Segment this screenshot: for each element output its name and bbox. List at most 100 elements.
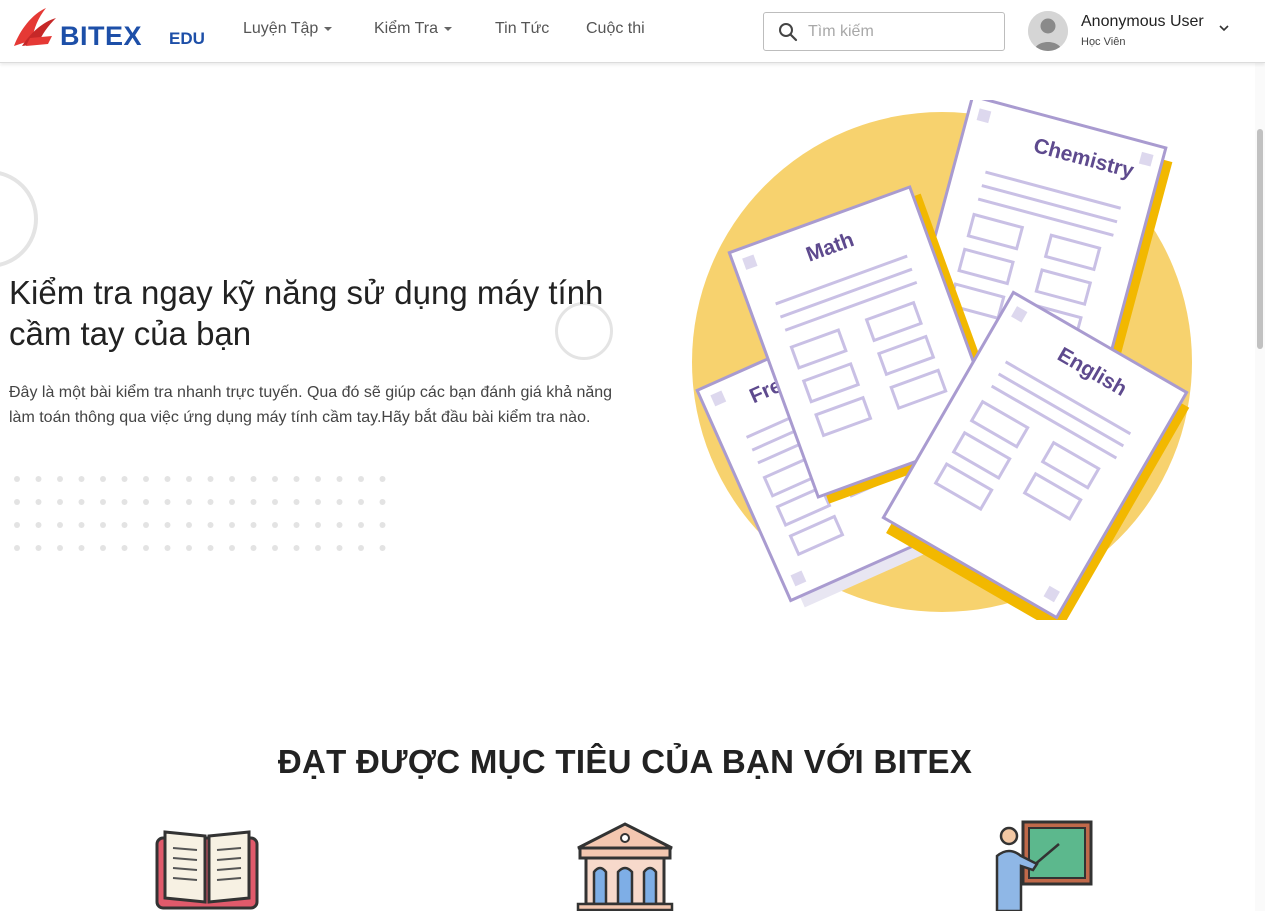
decorative-dot (207, 545, 214, 551)
decorative-dot (272, 499, 278, 505)
nav-tin-tuc[interactable]: Tin Tức (495, 18, 549, 40)
decorative-dot (358, 476, 364, 482)
decorative-dot (100, 522, 106, 528)
decorative-dot (250, 522, 257, 528)
user-silhouette-icon (1028, 11, 1068, 51)
decorative-dot (164, 499, 171, 505)
decorative-dot (14, 522, 20, 528)
decorative-dot (35, 522, 42, 528)
decorative-dot (272, 545, 278, 551)
decorative-dot (229, 545, 235, 551)
decorative-dot (78, 476, 85, 482)
decorative-dot (186, 499, 192, 505)
avatar (1028, 11, 1068, 51)
vertical-scrollbar[interactable] (1255, 63, 1265, 911)
decorative-dot (186, 476, 192, 482)
decorative-dot (186, 545, 192, 551)
hero-description: Đây là một bài kiểm tra nhanh trực tuyến… (9, 384, 613, 426)
nav-label: Luyện Tập (243, 20, 319, 37)
decorative-dot (57, 545, 63, 551)
nav-cuoc-thi[interactable]: Cuộc thi (586, 18, 645, 40)
decorative-dot (272, 522, 278, 528)
hero-title: Kiểm tra ngay kỹ năng sử dụng máy tính c… (9, 274, 604, 352)
decorative-dot (315, 499, 321, 505)
decorative-dot (186, 522, 192, 528)
decorative-dot (78, 522, 85, 528)
decorative-dot (164, 476, 171, 482)
decorative-dot (379, 522, 386, 528)
logo-sub-text: EDU (169, 29, 205, 48)
hero-illustration: Chemistry French Math (692, 100, 1192, 620)
decorative-dot (78, 545, 85, 551)
decorative-dot (293, 545, 300, 551)
top-navbar: BITEX EDU Luyện Tập Kiểm Tra Tin Tức Cuộ… (0, 0, 1265, 63)
decorative-dot (100, 545, 106, 551)
user-name: Anonymous User (1081, 13, 1204, 30)
decorative-dot (164, 522, 171, 528)
search-icon[interactable] (778, 22, 798, 42)
section-title: ĐẠT ĐƯỢC MỤC TIÊU CỦA BẠN VỚI BITEX (277, 743, 973, 780)
decorative-dot (78, 499, 85, 505)
nav-kiem-tra[interactable]: Kiểm Tra (374, 18, 453, 40)
decorative-dot (14, 476, 20, 482)
decorative-dot (100, 499, 106, 505)
decorative-dot (358, 499, 364, 505)
decorative-dot (229, 522, 235, 528)
nav-label: Cuộc thi (586, 20, 645, 37)
caret-down-icon (324, 26, 333, 31)
decorative-dot (229, 476, 235, 482)
decorative-dot (250, 476, 257, 482)
decorative-dot (358, 545, 364, 551)
decorative-dot (207, 522, 214, 528)
teacher-board-icon (995, 820, 1093, 911)
decorative-dot (207, 499, 214, 505)
nav-label: Kiểm Tra (374, 20, 439, 37)
dot-pattern-decoration (14, 476, 386, 551)
decorative-dot (293, 499, 300, 505)
decorative-dot (272, 476, 278, 482)
decorative-ring (0, 170, 38, 268)
chevron-down-icon[interactable] (1218, 23, 1230, 33)
nav-label: Tin Tức (495, 20, 550, 37)
decorative-dot (143, 499, 149, 505)
decorative-dot (35, 499, 42, 505)
decorative-dot (121, 476, 128, 482)
decorative-dot (293, 522, 300, 528)
caret-down-icon (444, 26, 453, 31)
logo-brand-text: BITEX (60, 21, 143, 51)
user-menu[interactable]: Anonymous User Học Viên (1028, 10, 1243, 52)
decorative-dot (315, 476, 321, 482)
search-input[interactable] (808, 21, 993, 43)
decorative-dot (336, 476, 343, 482)
decorative-dot (14, 499, 20, 505)
decorative-dot (229, 499, 235, 505)
decorative-dot (121, 545, 128, 551)
decorative-dot (315, 545, 321, 551)
user-role: Học Viên (1081, 36, 1126, 48)
university-icon (576, 822, 674, 911)
decorative-dot (315, 522, 321, 528)
decorative-dot (14, 545, 20, 551)
decorative-dot (57, 499, 63, 505)
decorative-dot (336, 545, 343, 551)
decorative-dot (379, 499, 386, 505)
decorative-dot (35, 545, 42, 551)
nav-luyen-tap[interactable]: Luyện Tập (243, 18, 333, 40)
decorative-dot (293, 476, 300, 482)
decorative-dot (250, 545, 257, 551)
decorative-dot (121, 522, 128, 528)
decorative-dot (379, 545, 386, 551)
scrollbar-thumb[interactable] (1257, 129, 1263, 349)
decorative-dot (57, 476, 63, 482)
book-icon (155, 830, 259, 910)
search-box (763, 12, 1005, 51)
bitex-logo[interactable]: BITEX EDU (12, 6, 207, 50)
decorative-dot (143, 476, 149, 482)
decorative-dot (35, 476, 42, 482)
decorative-dot (143, 545, 149, 551)
decorative-dot (250, 499, 257, 505)
decorative-dot (207, 476, 214, 482)
decorative-dot (336, 499, 343, 505)
decorative-dot (379, 476, 386, 482)
decorative-dot (57, 522, 63, 528)
